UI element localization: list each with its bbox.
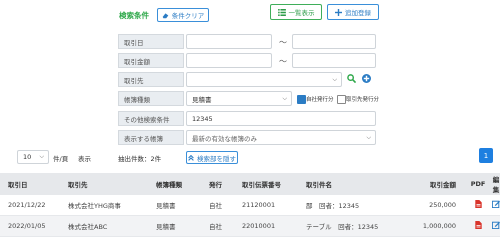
hide-search-label: 検索部を隠す <box>197 154 236 163</box>
display-ledger-select[interactable]: 最新の有効な帳簿のみ ⌵ <box>186 130 376 145</box>
chevron-down-icon: ⌵ <box>366 134 371 141</box>
col-issuer[interactable]: 発行 <box>201 173 234 195</box>
edit-icon[interactable] <box>491 215 500 237</box>
partner-select[interactable]: ⌵ <box>186 72 342 87</box>
edit-icon[interactable] <box>491 195 500 216</box>
per-page-unit: 件/頁 <box>53 155 69 163</box>
col-number[interactable]: 取引伝票番号 <box>234 173 298 195</box>
row-type: 見積書 <box>148 195 201 216</box>
document-type-value: 見積書 <box>192 95 212 104</box>
row-type: 見積書 <box>148 215 201 237</box>
plus-icon <box>335 8 342 16</box>
row-date: 2021/12/22 <box>0 195 60 216</box>
document-type-select[interactable]: 見積書 ⌵ <box>186 91 292 106</box>
clear-conditions-button[interactable]: 条件クリア <box>157 8 209 22</box>
row-issuer: 自社 <box>201 215 234 237</box>
clear-conditions-label: 条件クリア <box>171 12 205 20</box>
table-row: 2021/12/22 株式会社YHG商事 見積書 自社 21120001 鄙 回… <box>0 195 500 216</box>
list-icon <box>277 8 286 16</box>
display-word: 表示 <box>78 155 91 163</box>
partner-label: 取引先 <box>118 72 184 87</box>
date-range-separator: ～ <box>279 38 287 47</box>
row-date: 2022/01/05 <box>0 215 60 237</box>
results-table: 取引日 取引先 帳簿種類 発行 取引伝票番号 取引件名 取引金額 PDF 編集 … <box>0 173 500 237</box>
table-row: 2022/01/05 株式会社ABC 見積書 自社 22010001 テーブル … <box>0 215 500 237</box>
date-label: 取引日 <box>118 34 184 49</box>
issuer-self-label: 自社発行分 <box>306 97 334 103</box>
hide-search-button[interactable]: 検索部を隠す <box>186 151 238 164</box>
issuer-self-checkbox[interactable] <box>297 95 306 106</box>
add-partner-icon[interactable] <box>362 74 371 85</box>
chevron-double-up-icon <box>188 154 194 161</box>
row-issuer: 自社 <box>201 195 234 216</box>
display-ledger-label: 表示する帳簿 <box>118 130 184 145</box>
result-count: 抽出件数：2件 <box>118 155 162 163</box>
row-partner: 株式会社ABC <box>60 215 148 237</box>
col-amount[interactable]: 取引金額 <box>400 173 464 195</box>
col-type[interactable]: 帳簿種類 <box>148 173 201 195</box>
row-subject: 鄙 回者：12345 <box>298 195 400 216</box>
add-record-button[interactable]: 追加登録 <box>327 4 379 20</box>
row-amount: 250,000 <box>400 195 464 216</box>
date-from-input[interactable] <box>186 34 272 49</box>
per-page-select[interactable]: 10 ⌵ <box>17 150 49 164</box>
chevron-down-icon: ⌵ <box>39 153 44 160</box>
eraser-icon <box>162 12 169 19</box>
amount-from-input[interactable] <box>186 53 272 68</box>
amount-range-separator: ～ <box>279 57 287 66</box>
amount-to-input[interactable] <box>292 53 376 68</box>
other-conditions-input[interactable]: 12345 <box>186 111 376 126</box>
chevron-down-icon: ⌵ <box>282 95 287 102</box>
pdf-icon[interactable] <box>464 195 492 216</box>
issuer-partner-label: 取引先発行分 <box>346 97 380 103</box>
issuer-partner-checkbox[interactable] <box>337 95 346 106</box>
per-page-value: 10 <box>23 153 32 161</box>
pdf-icon[interactable] <box>464 215 492 237</box>
row-number: 22010001 <box>234 215 298 237</box>
row-subject: テーブル 回者：12345 <box>298 215 400 237</box>
display-ledger-value: 最新の有効な帳簿のみ <box>192 134 257 143</box>
amount-label: 取引金額 <box>118 53 184 68</box>
date-to-input[interactable] <box>292 34 376 49</box>
row-number: 21120001 <box>234 195 298 216</box>
other-conditions-label: その他検索条件 <box>118 111 184 126</box>
col-subject[interactable]: 取引件名 <box>298 173 400 195</box>
search-title: 検索条件 <box>119 11 149 20</box>
search-icon[interactable] <box>347 74 357 85</box>
list-view-button[interactable]: 一覧表示 <box>270 4 322 20</box>
list-view-label: 一覧表示 <box>288 9 315 17</box>
col-pdf: PDF <box>464 173 492 195</box>
other-conditions-value: 12345 <box>192 114 213 123</box>
page-1-button[interactable]: 1 <box>479 148 493 163</box>
chevron-down-icon: ⌵ <box>332 76 337 83</box>
col-date[interactable]: 取引日 <box>0 173 60 195</box>
col-edit: 編集 <box>492 173 500 195</box>
row-partner: 株式会社YHG商事 <box>60 195 148 216</box>
col-partner[interactable]: 取引先 <box>60 173 148 195</box>
document-type-label: 帳簿種類 <box>118 91 184 106</box>
row-amount: 1,000,000 <box>400 215 464 237</box>
table-header-row: 取引日 取引先 帳簿種類 発行 取引伝票番号 取引件名 取引金額 PDF 編集 <box>0 173 500 195</box>
add-record-label: 追加登録 <box>345 9 371 17</box>
